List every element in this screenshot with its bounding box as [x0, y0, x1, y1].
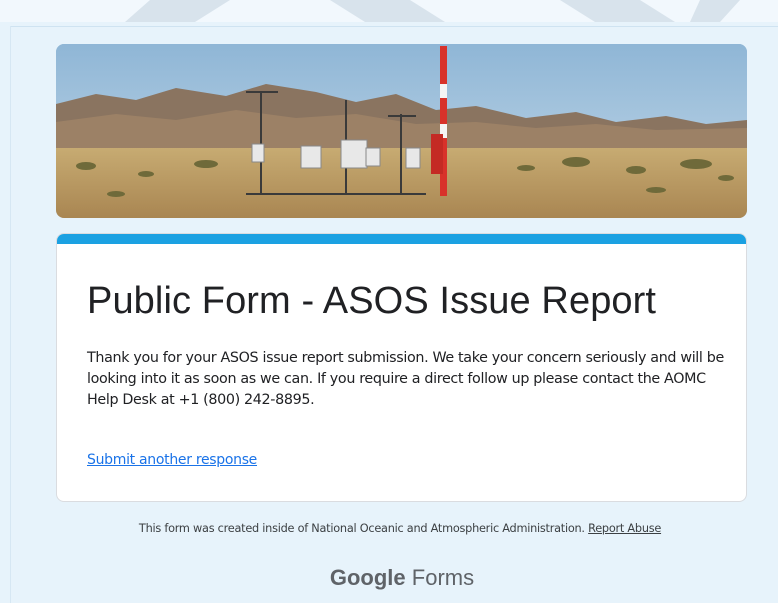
- footer-note: This form was created inside of National…: [0, 522, 778, 535]
- report-abuse-link[interactable]: Report Abuse: [588, 522, 661, 535]
- brand-primary: Google: [329, 565, 406, 590]
- card-accent-bar: [57, 234, 746, 244]
- top-strip: [0, 0, 778, 22]
- confirmation-message: Thank you for your ASOS issue report sub…: [87, 350, 724, 408]
- brand-secondary: Forms: [411, 565, 475, 590]
- confirmation-card: Public Form - ASOS Issue Report Thank yo…: [56, 233, 747, 502]
- divider: [10, 26, 778, 27]
- form-title: Public Form - ASOS Issue Report: [87, 280, 657, 322]
- watermark-shape: [125, 0, 740, 22]
- header-banner-image: [56, 44, 747, 218]
- weather-station-photo-icon: [56, 44, 747, 218]
- google-forms-logo[interactable]: Google Forms: [0, 565, 778, 591]
- divider: [10, 26, 11, 603]
- submit-another-response-link[interactable]: Submit another response: [87, 452, 257, 468]
- footer-note-text: This form was created inside of National…: [138, 522, 585, 535]
